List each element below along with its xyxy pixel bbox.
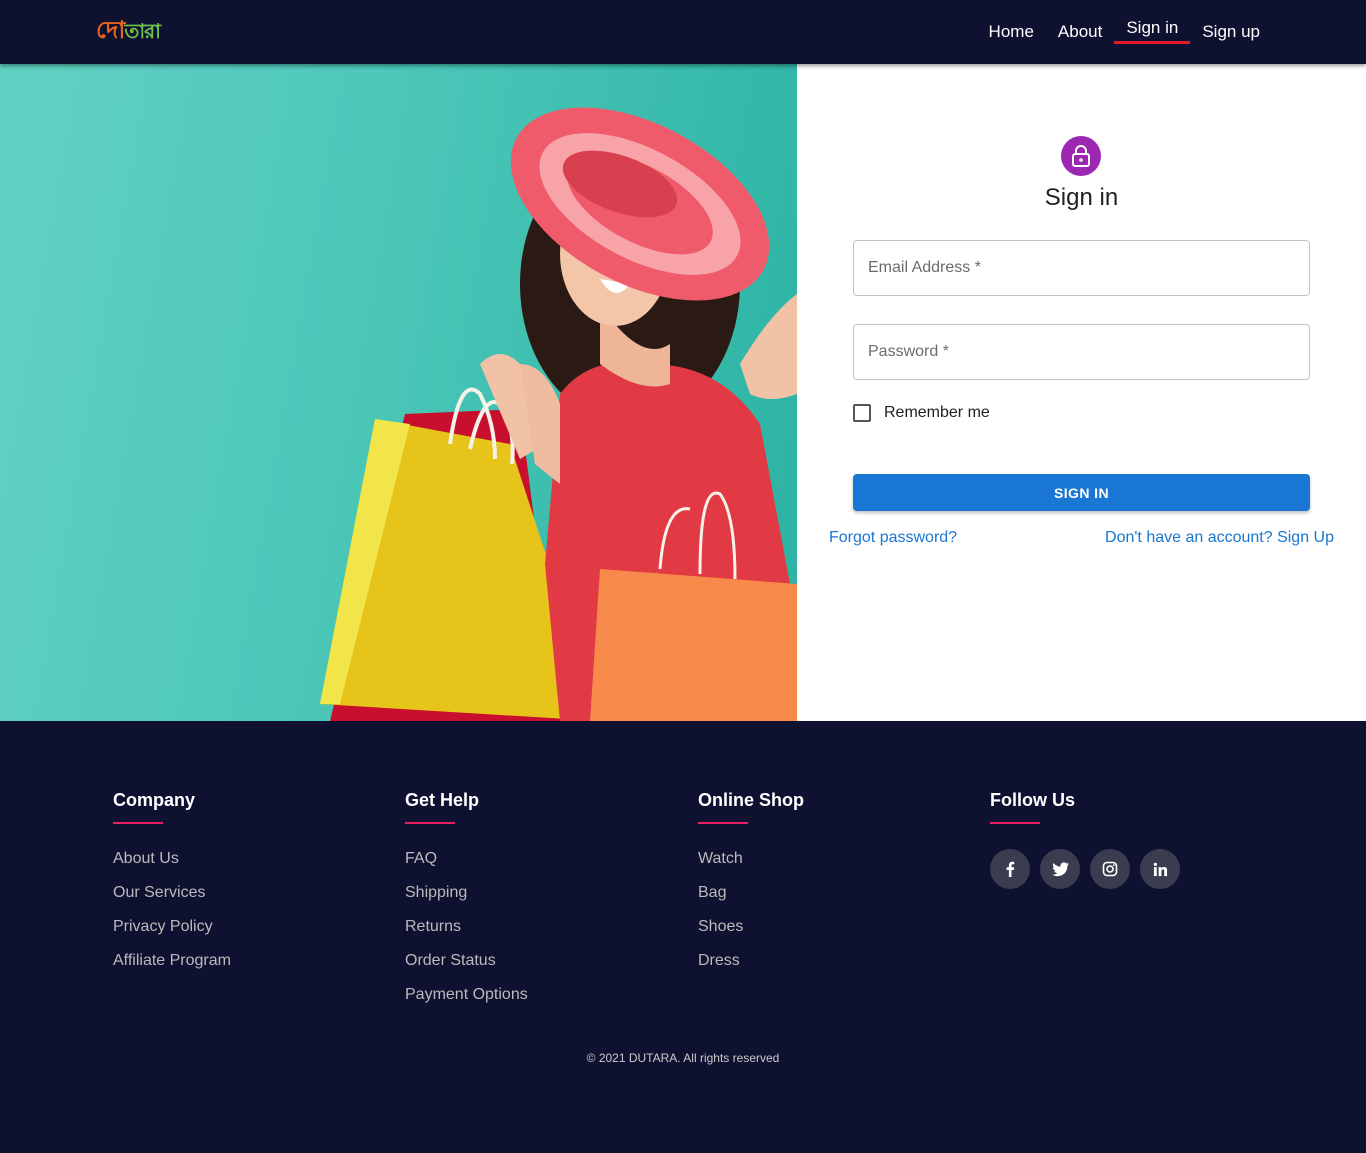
facebook-icon	[1006, 861, 1015, 877]
remember-me-checkbox[interactable]: Remember me	[853, 404, 990, 422]
hero-image	[0, 64, 797, 721]
footer-col-title: Online Shop	[698, 790, 804, 810]
footer-title-underline	[698, 822, 748, 824]
linkedin-button[interactable]	[1140, 849, 1180, 889]
brand-logo-part2: তারা	[124, 19, 161, 43]
footer-link-payment-options[interactable]: Payment Options	[405, 986, 528, 1020]
signin-panel: Sign in Email Address * Password * Remem…	[797, 64, 1366, 721]
footer-link-dress[interactable]: Dress	[698, 952, 804, 986]
copyright-text: © 2021 DUTARA. All rights reserved	[586, 1051, 780, 1065]
nav-home[interactable]: Home	[989, 0, 1034, 64]
shopping-woman-illustration	[320, 107, 797, 721]
password-placeholder: Password *	[868, 343, 949, 360]
footer-link-returns[interactable]: Returns	[405, 918, 528, 952]
nav-links: Home About Sign in Sign up	[965, 0, 1260, 64]
footer-link-our-services[interactable]: Our Services	[113, 884, 231, 918]
social-links	[990, 849, 1190, 889]
footer-col-get-help: Get Help FAQ Shipping Returns Order Stat…	[405, 790, 528, 1020]
footer-link-affiliate-program[interactable]: Affiliate Program	[113, 952, 231, 986]
footer-link-about-us[interactable]: About Us	[113, 850, 231, 884]
footer-title-underline	[990, 822, 1040, 824]
checkbox-box[interactable]	[853, 404, 871, 422]
lock-avatar	[1061, 136, 1101, 176]
linkedin-icon	[1153, 862, 1167, 876]
footer-link-order-status[interactable]: Order Status	[405, 952, 528, 986]
footer-link-faq[interactable]: FAQ	[405, 850, 528, 884]
footer-col-online-shop: Online Shop Watch Bag Shoes Dress	[698, 790, 804, 986]
footer-link-privacy-policy[interactable]: Privacy Policy	[113, 918, 231, 952]
twitter-button[interactable]	[1040, 849, 1080, 889]
signup-link[interactable]: Don't have an account? Sign Up	[1105, 529, 1334, 547]
remember-me-label: Remember me	[884, 404, 990, 421]
top-navbar: দো তারা Home About Sign in Sign up	[0, 0, 1366, 64]
footer-col-title: Follow Us	[990, 790, 1075, 810]
email-field[interactable]: Email Address *	[853, 240, 1310, 296]
instagram-icon	[1102, 861, 1118, 877]
footer-title-underline	[405, 822, 455, 824]
footer-link-bag[interactable]: Bag	[698, 884, 804, 918]
footer-col-title: Get Help	[405, 790, 480, 810]
footer-link-watch[interactable]: Watch	[698, 850, 804, 884]
brand-logo-part1: দো	[96, 16, 125, 44]
password-field[interactable]: Password *	[853, 324, 1310, 380]
nav-about[interactable]: About	[1058, 0, 1102, 64]
footer-link-shipping[interactable]: Shipping	[405, 884, 528, 918]
brand-logo[interactable]: দো তারা	[96, 16, 161, 48]
footer: Company About Us Our Services Privacy Po…	[0, 721, 1366, 1153]
email-placeholder: Email Address *	[868, 259, 981, 276]
lock-icon	[1072, 145, 1090, 167]
footer-link-shoes[interactable]: Shoes	[698, 918, 804, 952]
instagram-button[interactable]	[1090, 849, 1130, 889]
footer-col-company: Company About Us Our Services Privacy Po…	[113, 790, 231, 986]
nav-signin[interactable]: Sign in	[1114, 0, 1191, 60]
forgot-password-link[interactable]: Forgot password?	[829, 529, 957, 547]
footer-col-title: Company	[113, 790, 196, 810]
twitter-icon	[1051, 861, 1069, 876]
signin-title: Sign in	[1044, 184, 1119, 211]
facebook-button[interactable]	[990, 849, 1030, 889]
signin-button[interactable]: SIGN IN	[853, 474, 1310, 511]
nav-signup[interactable]: Sign up	[1202, 0, 1260, 64]
footer-col-follow-us: Follow Us	[990, 790, 1190, 889]
footer-title-underline	[113, 822, 163, 824]
